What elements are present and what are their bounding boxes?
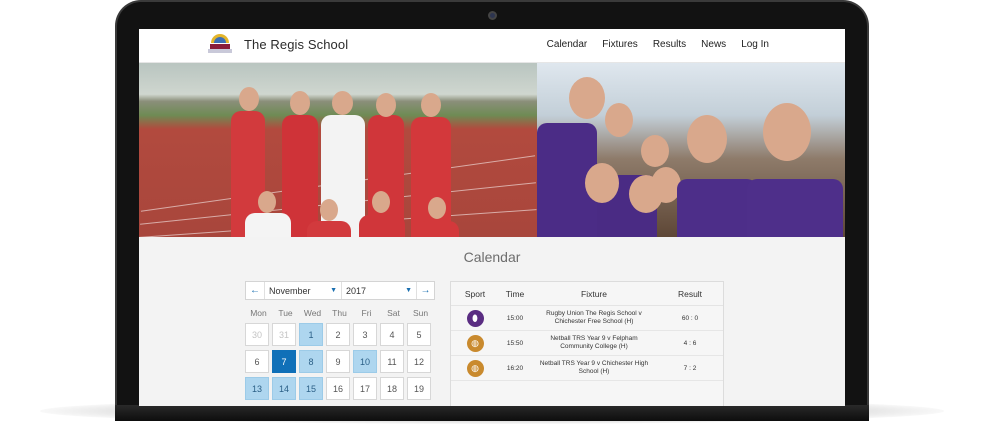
rugby-icon: ⬮ (466, 309, 484, 327)
hero-image-rugby (537, 63, 845, 237)
calendar-day[interactable]: 3 (353, 323, 377, 346)
sport-cell: ◍ (451, 359, 499, 377)
weekday-label: Mon (250, 308, 267, 318)
month-select[interactable]: November ▼ (264, 282, 341, 299)
weekday-label: Sun (412, 308, 429, 318)
fixture-result: 60 : 0 (681, 314, 699, 322)
calendar-day[interactable]: 2 (326, 323, 350, 346)
header-sport: Sport (464, 288, 486, 299)
netball-icon: ◍ (466, 359, 484, 377)
calendar-day[interactable]: 10 (353, 350, 377, 373)
calendar-day[interactable]: 17 (353, 377, 377, 400)
calendar-day[interactable]: 13 (245, 377, 269, 400)
nav-login[interactable]: Log In (741, 39, 769, 50)
sport-cell: ◍ (451, 334, 499, 352)
school-logo[interactable]: The Regis School (208, 34, 348, 54)
fixtures-table: Sport Time Fixture Result ⬮ 15:00 Rugby Un… (450, 281, 724, 406)
calendar-day[interactable]: 18 (380, 377, 404, 400)
nav-news[interactable]: News (701, 39, 726, 50)
calendar-day[interactable]: 6 (245, 350, 269, 373)
fixture-name: Netball TRS Year 9 v Felpham Community C… (550, 335, 638, 350)
laptop-chin (115, 405, 869, 421)
netball-icon: ◍ (466, 334, 484, 352)
calendar-day[interactable]: 31 (272, 323, 296, 346)
year-select[interactable]: 2017 ▼ (341, 282, 416, 299)
next-month-button[interactable]: → (416, 282, 434, 299)
calendar-heading: Calendar (463, 249, 521, 265)
month-picker: ← November ▼ 2017 ▼ → Mon Tue Wed Thu Fr… (245, 281, 435, 400)
calendar-day[interactable]: 19 (407, 377, 431, 400)
weekday-header: Mon Tue Wed Thu Fri Sat Sun (245, 308, 435, 318)
weekday-label: Thu (332, 308, 347, 318)
sport-cell: ⬮ (451, 309, 499, 327)
school-name: The Regis School (244, 36, 349, 52)
nav-results[interactable]: Results (653, 39, 686, 50)
camera-icon (488, 11, 497, 20)
header-fixture: Fixture (581, 288, 607, 299)
fixture-row[interactable]: ⬮ 15:00 Rugby Union The Regis School v Chi… (451, 306, 723, 331)
calendar-day[interactable]: 7 (272, 350, 296, 373)
calendar-day[interactable]: 11 (380, 350, 404, 373)
fixture-row[interactable]: ◍ 16:20 Netball TRS Year 9 v Chichester Hi… (451, 356, 723, 381)
calendar-day[interactable]: 8 (299, 350, 323, 373)
fixture-time: 15:00 (506, 314, 524, 322)
fixture-row[interactable]: ◍ 15:50 Netball TRS Year 9 v Felpham Commu… (451, 331, 723, 356)
calendar-days-grid: 30 31 1 2 3 4 5 6 7 8 9 10 11 12 13 14 15 16 17 18 19 (245, 323, 435, 400)
site-header: The Regis School Calendar Fixtures Resul… (139, 29, 845, 63)
nav-fixtures[interactable]: Fixtures (602, 39, 638, 50)
header-time: Time (505, 288, 525, 299)
weekday-label: Fri (361, 308, 372, 318)
fixture-name: Netball TRS Year 9 v Chichester High Sch… (539, 360, 649, 375)
calendar-day[interactable]: 4 (380, 323, 404, 346)
hero-banner (139, 63, 845, 237)
calendar-day[interactable]: 5 (407, 323, 431, 346)
month-value: November (269, 285, 311, 296)
header-result: Result (677, 288, 703, 299)
weekday-label: Wed (303, 308, 322, 318)
screen: The Regis School Calendar Fixtures Resul… (139, 29, 845, 406)
fixture-result: 4 : 6 (683, 339, 697, 347)
weekday-label: Tue (278, 308, 293, 318)
nav-calendar[interactable]: Calendar (547, 39, 588, 50)
main-nav: Calendar Fixtures Results News Log In (547, 39, 769, 50)
fixture-name: Rugby Union The Regis School v Chicheste… (546, 310, 642, 325)
chevron-down-icon: ▼ (330, 287, 337, 294)
calendar-day[interactable]: 1 (299, 323, 323, 346)
calendar-day[interactable]: 30 (245, 323, 269, 346)
chevron-down-icon: ▼ (405, 287, 412, 294)
calendar-day[interactable]: 12 (407, 350, 431, 373)
prev-month-button[interactable]: ← (246, 282, 264, 299)
calendar-day[interactable]: 9 (326, 350, 350, 373)
fixture-time: 16:20 (506, 364, 524, 372)
calendar-day[interactable]: 15 (299, 377, 323, 400)
weekday-label: Sat (387, 308, 400, 318)
fixture-result: 7 : 2 (683, 364, 697, 372)
calendar-day[interactable]: 16 (326, 377, 350, 400)
crest-icon (208, 34, 232, 54)
fixture-time: 15:50 (506, 339, 524, 347)
hero-image-athletics (139, 63, 537, 237)
year-value: 2017 (346, 285, 367, 296)
calendar-day[interactable]: 14 (272, 377, 296, 400)
fixtures-header: Sport Time Fixture Result (451, 282, 723, 306)
